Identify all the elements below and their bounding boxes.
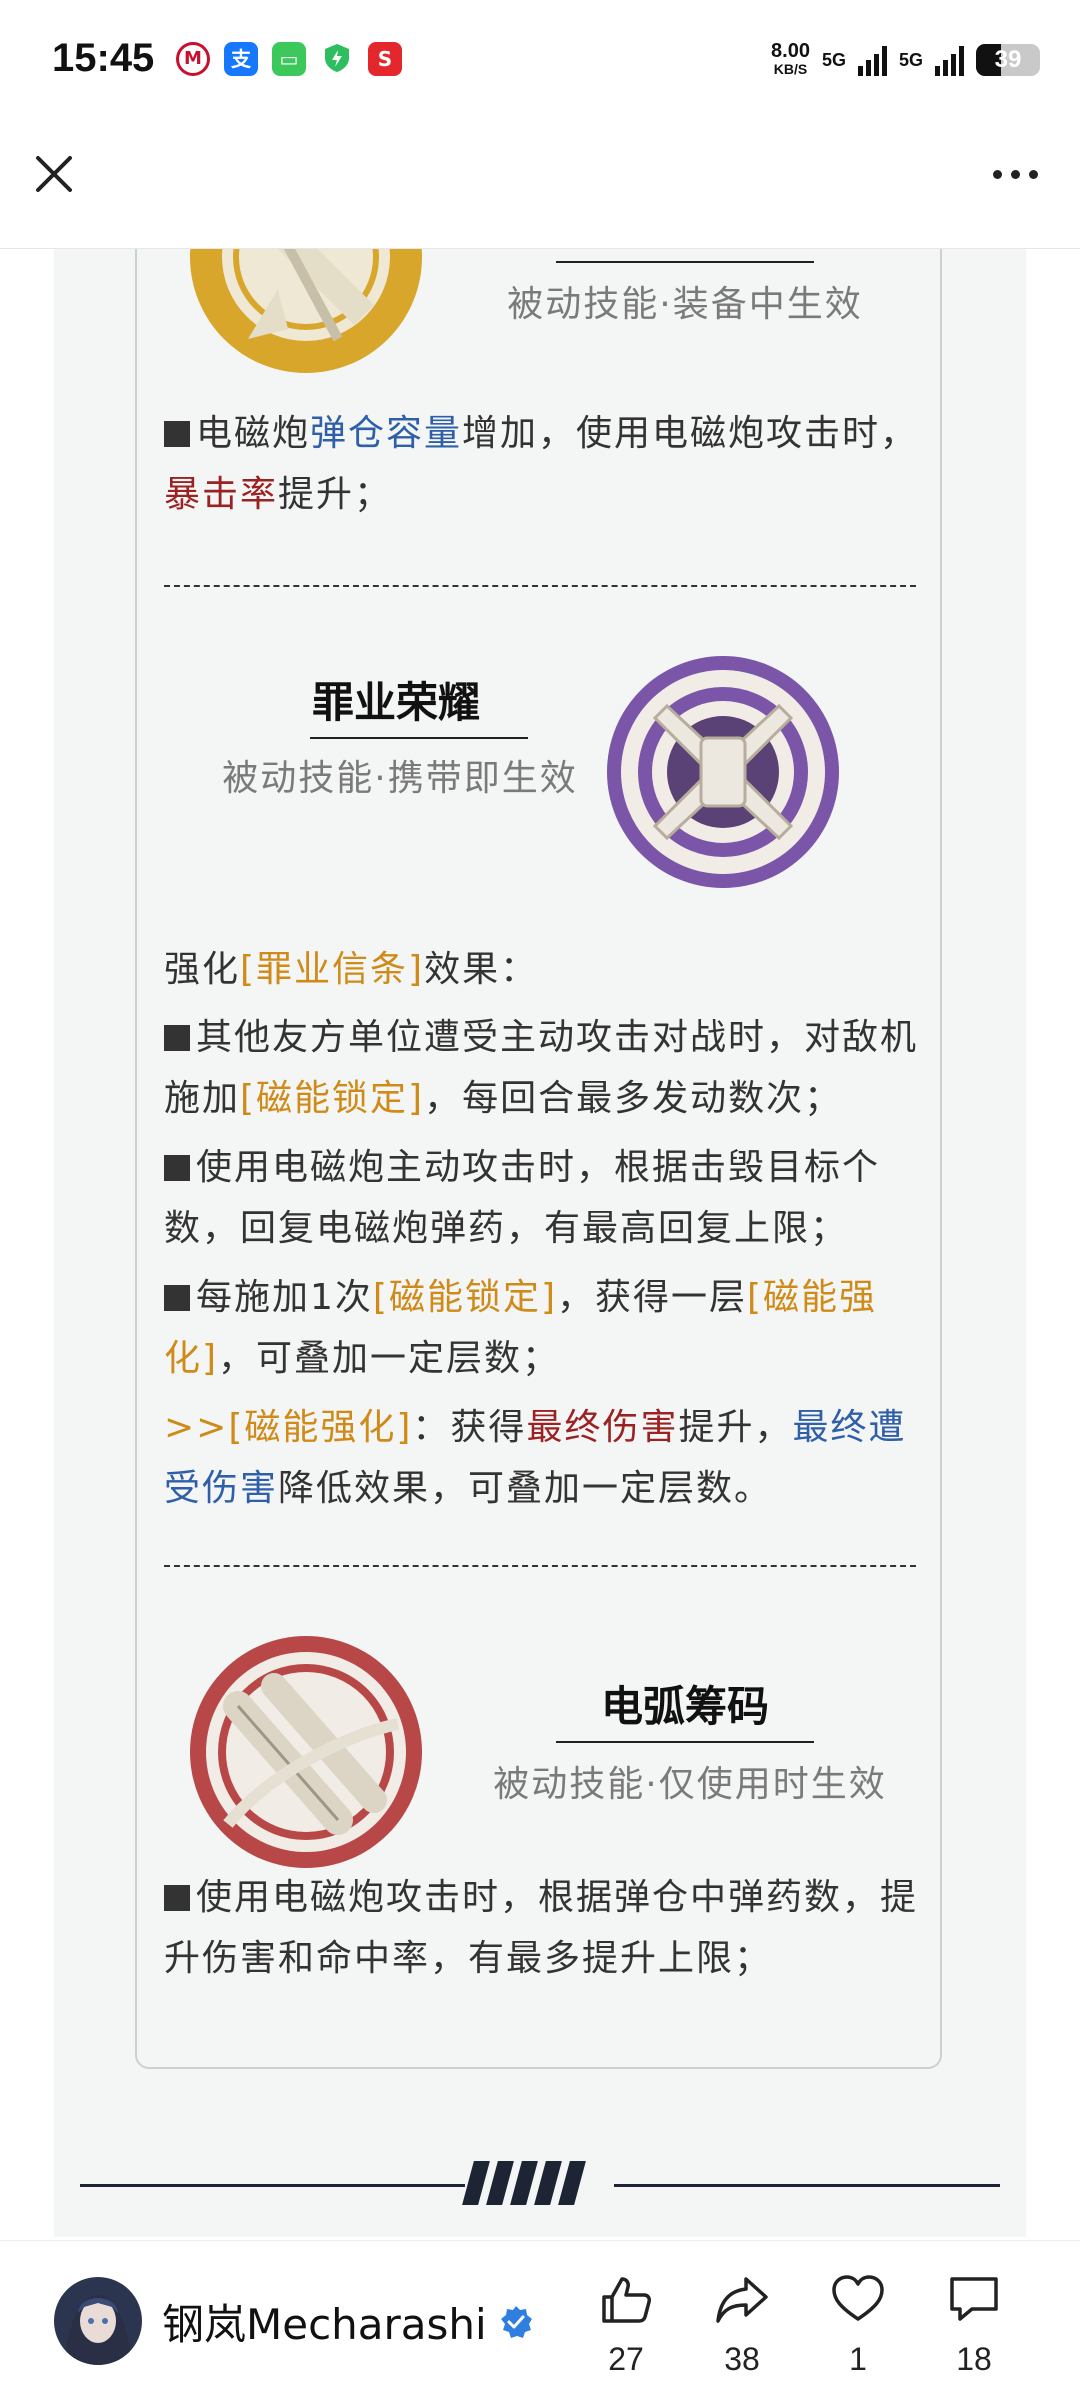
skill-emblem-red-icon — [190, 1636, 422, 1868]
skill-name-underline — [556, 261, 814, 263]
bullet-square-icon — [164, 1285, 190, 1311]
heart-icon — [832, 2275, 884, 2321]
comment-icon — [950, 2277, 998, 2321]
keyword-magnetic-lock: [磁能锁定] — [372, 1277, 557, 1318]
thumbs-up-icon — [602, 2277, 651, 2323]
more-icon[interactable] — [980, 150, 1050, 198]
bullet-square-icon — [164, 1025, 190, 1051]
text-segment: ，获得一层 — [557, 1277, 748, 1318]
text-segment: 每施加1次 — [196, 1277, 373, 1318]
share-icon — [716, 2277, 768, 2323]
security-icon — [320, 42, 354, 76]
text-segment: 电磁炮 — [196, 413, 311, 454]
text-segment: ：获得 — [412, 1407, 527, 1448]
author-name[interactable]: 钢岚Mecharashi — [162, 2291, 487, 2352]
keyword-final-damage: 最终伤害 — [526, 1407, 679, 1448]
messages-icon: ▭ — [272, 42, 306, 76]
section-separator-line — [80, 2184, 465, 2187]
section-separator-stripes — [462, 2161, 588, 2205]
skill-description: 电磁炮弹仓容量增加，使用电磁炮攻击时， 暴击率提升； — [164, 403, 924, 525]
text-segment: 增加，使用电磁炮攻击时， — [462, 413, 919, 454]
skill-emblem-purple-icon — [607, 656, 839, 888]
skill-effect-item: 每施加1次[磁能锁定]，获得一层[磁能强化]，可叠加一定层数； — [164, 1267, 924, 1389]
comment-button[interactable]: 18 — [934, 2271, 1014, 2378]
signal-label-2: 5G — [898, 49, 923, 70]
text-segment: 强化 — [164, 949, 241, 990]
metro-icon: M — [176, 42, 210, 76]
favorite-button[interactable]: 1 — [818, 2271, 898, 2378]
keyword-magnetic-lock: [磁能锁定] — [240, 1078, 425, 1119]
section-divider — [164, 585, 916, 587]
text-segment: 提升， — [678, 1407, 793, 1448]
article-content[interactable]: 被动技能·装备中生效 电磁炮弹仓容量增加，使用电磁炮攻击时， 暴击率提升； 罪业荣… — [0, 249, 1080, 2237]
status-time: 15:45 — [52, 36, 155, 80]
share-count: 38 — [724, 2341, 760, 2377]
bullet-square-icon — [164, 1885, 190, 1911]
skill-name-title: 罪业荣耀 — [311, 678, 480, 727]
skill-effect-item: 使用电磁炮主动攻击时，根据击毁目标个数，回复电磁炮弹药，有最高回复上限； — [164, 1137, 924, 1259]
keyword-crit-rate: 暴击率 — [164, 474, 279, 515]
battery-icon: 39 — [976, 44, 1040, 76]
text-segment: ，可叠加一定层数； — [218, 1338, 561, 1379]
skill-name-underline — [556, 1741, 814, 1743]
signal-bars-icon — [857, 44, 887, 76]
text-segment: 使用电磁炮攻击时，根据弹仓中弹药数，提升伤害和命中率，有最多提升上限； — [164, 1877, 919, 1979]
skill-name-title: 电弧筹码 — [600, 1682, 769, 1731]
verified-badge-icon — [500, 2305, 532, 2338]
status-bar: 15:45 M 支 ▭ S 8.00 KB/S 5G 5G 39 — [0, 0, 1080, 120]
text-segment: 降低效果，可叠加一定层数。 — [278, 1468, 773, 1509]
skill-emblem-gold-icon — [190, 249, 422, 373]
text-segment: ，每回合最多发动数次； — [424, 1078, 843, 1119]
network-speed: 8.00 KB/S — [771, 40, 810, 78]
text-segment: 使用电磁炮主动攻击时，根据击毁目标个数，回复电磁炮弹药，有最高回复上限； — [164, 1147, 881, 1249]
skill-type-label: 被动技能·装备中生效 — [507, 284, 863, 325]
text-segment: 效果： — [424, 949, 539, 990]
like-button[interactable]: 27 — [586, 2271, 666, 2378]
signal-label-1: 5G — [821, 49, 846, 70]
bullet-square-icon — [164, 421, 190, 447]
author-info[interactable]: 钢岚Mecharashi — [162, 2291, 533, 2352]
status-indicators: 8.00 KB/S 5G 5G 39 — [771, 38, 1040, 82]
keyword-magnetic-boost: >>[磁能强化] — [164, 1407, 413, 1448]
skill-effect-item: 其他友方单位遭受主动攻击对战时，对敌机施加[磁能锁定]，每回合最多发动数次； — [164, 1007, 924, 1129]
top-nav-bar — [0, 120, 1080, 249]
app-s-icon: S — [368, 42, 402, 76]
skill-intro: 强化[罪业信条]效果： — [164, 939, 924, 1000]
bottom-action-bar: 钢岚Mecharashi 27 38 1 18 — [0, 2240, 1080, 2401]
section-divider — [164, 1565, 916, 1567]
alipay-icon: 支 — [224, 42, 258, 76]
signal-bars-icon — [935, 44, 964, 76]
author-avatar[interactable] — [54, 2277, 142, 2365]
battery-level: 39 — [994, 46, 1022, 73]
network-speed-value: 8.00 — [771, 40, 810, 62]
bullet-square-icon — [164, 1155, 190, 1181]
section-separator-line — [614, 2184, 1000, 2187]
network-speed-unit: KB/S — [773, 61, 808, 77]
text-segment: 提升； — [278, 474, 393, 515]
keyword-magazine-capacity: 弹仓容量 — [310, 413, 463, 454]
skill-type-label: 被动技能·携带即生效 — [222, 758, 578, 799]
skill-effect-note: >>[磁能强化]：获得最终伤害提升，最终遭受伤害降低效果，可叠加一定层数。 — [164, 1397, 924, 1519]
skill-type-label: 被动技能·仅使用时生效 — [493, 1764, 887, 1805]
share-button[interactable]: 38 — [702, 2271, 782, 2378]
skill-description: 使用电磁炮攻击时，根据弹仓中弹药数，提升伤害和命中率，有最多提升上限； — [164, 1867, 924, 1989]
close-icon[interactable] — [30, 150, 78, 198]
like-count: 27 — [608, 2341, 644, 2377]
keyword-sin-creed: [罪业信条] — [240, 949, 425, 990]
favorite-count: 1 — [849, 2341, 867, 2377]
skill-name-underline — [310, 737, 528, 739]
comment-count: 18 — [956, 2341, 992, 2377]
